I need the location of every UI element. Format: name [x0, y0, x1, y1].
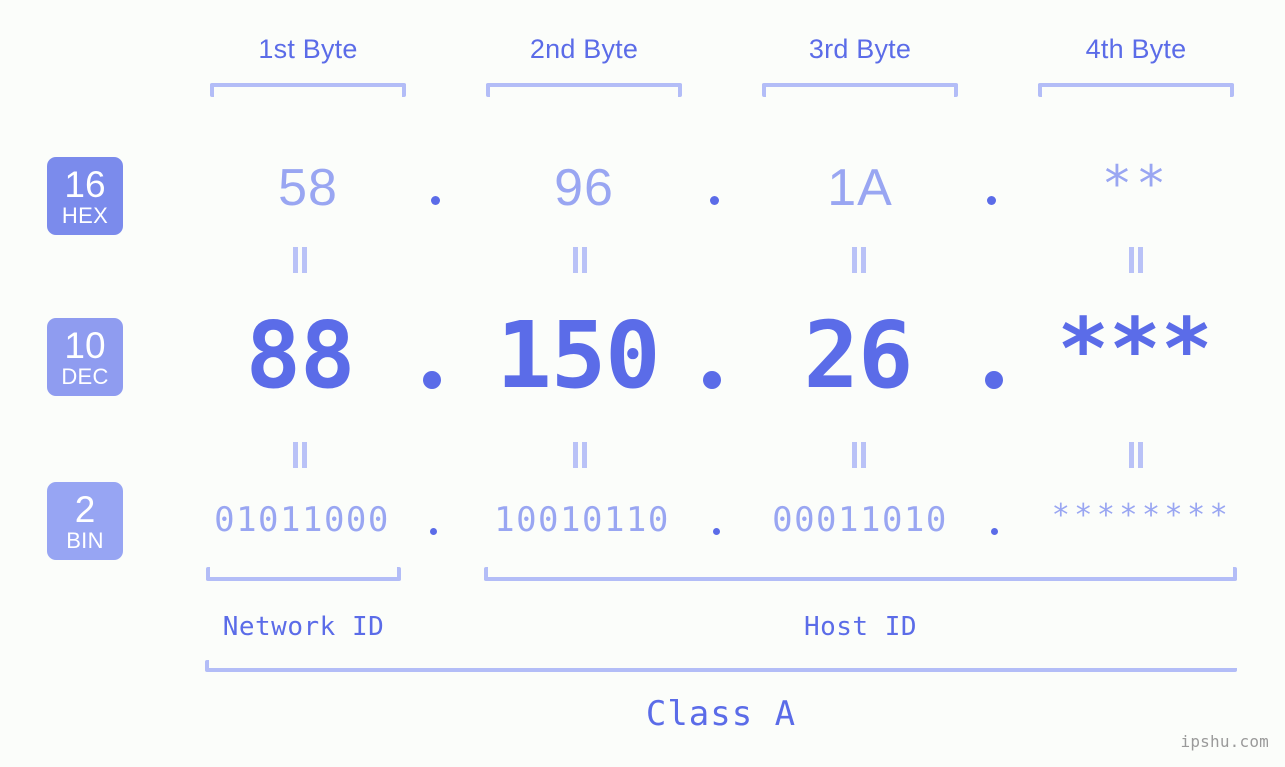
byte-header-1: 1st Byte — [258, 34, 358, 64]
hex-separator-dot-2 — [710, 196, 719, 205]
class-bracket — [205, 660, 1237, 672]
hex-separator-dot-1 — [431, 196, 440, 205]
dec-byte-3: 26 — [803, 302, 914, 409]
base-badge-dec-number: 10 — [64, 324, 106, 366]
equals-mark-dec-bin-1 — [292, 442, 308, 468]
hex-byte-4: ** — [1101, 155, 1171, 213]
base-badge-bin: 2 BIN — [47, 482, 123, 560]
hex-byte-2: 96 — [554, 159, 614, 217]
dec-byte-4: *** — [1057, 300, 1213, 400]
equals-mark-hex-dec-2 — [572, 247, 588, 273]
hex-byte-1: 58 — [278, 159, 338, 217]
bin-separator-dot-2 — [713, 528, 720, 535]
equals-mark-dec-bin-4 — [1128, 442, 1144, 468]
ip-address-breakdown-diagram: 1st Byte 2nd Byte 3rd Byte 4th Byte 16 H… — [0, 0, 1285, 767]
bin-byte-1: 01011000 — [214, 500, 390, 540]
byte-bracket-top-4 — [1038, 83, 1234, 97]
base-badge-hex-abbr: HEX — [61, 202, 109, 228]
equals-mark-hex-dec-1 — [292, 247, 308, 273]
byte-bracket-top-1 — [210, 83, 406, 97]
hex-separator-dot-3 — [987, 196, 996, 205]
byte-header-3: 3rd Byte — [808, 34, 912, 64]
dec-byte-1: 88 — [245, 302, 356, 409]
base-badge-dec: 10 DEC — [47, 318, 123, 396]
host-id-label: Host ID — [803, 612, 918, 642]
equals-mark-dec-bin-2 — [572, 442, 588, 468]
base-badge-bin-abbr: BIN — [66, 527, 104, 553]
bin-separator-dot-3 — [991, 528, 998, 535]
equals-mark-hex-dec-3 — [851, 247, 867, 273]
dec-separator-dot-3 — [985, 371, 1003, 389]
dec-separator-dot-2 — [703, 371, 721, 389]
bin-byte-3: 00011010 — [772, 500, 948, 540]
network-id-bracket — [206, 567, 401, 581]
equals-mark-hex-dec-4 — [1128, 247, 1144, 273]
byte-bracket-top-3 — [762, 83, 958, 97]
hex-byte-3: 1A — [827, 159, 893, 217]
byte-bracket-top-2 — [486, 83, 682, 97]
byte-header-2: 2nd Byte — [529, 34, 639, 64]
network-id-label: Network ID — [222, 612, 385, 642]
dec-byte-2: 150 — [496, 302, 660, 409]
base-badge-hex: 16 HEX — [47, 157, 123, 235]
watermark: ipshu.com — [1180, 732, 1269, 751]
dec-separator-dot-1 — [423, 371, 441, 389]
bin-separator-dot-1 — [430, 528, 437, 535]
host-id-bracket — [484, 567, 1237, 581]
bin-byte-2: 10010110 — [494, 500, 670, 540]
bin-byte-4: ******** — [1051, 498, 1233, 533]
byte-header-4: 4th Byte — [1085, 34, 1187, 64]
base-badge-dec-abbr: DEC — [61, 363, 109, 389]
class-label: Class A — [645, 694, 797, 734]
base-badge-bin-number: 2 — [74, 488, 96, 530]
equals-mark-dec-bin-3 — [851, 442, 867, 468]
base-badge-hex-number: 16 — [64, 163, 106, 205]
